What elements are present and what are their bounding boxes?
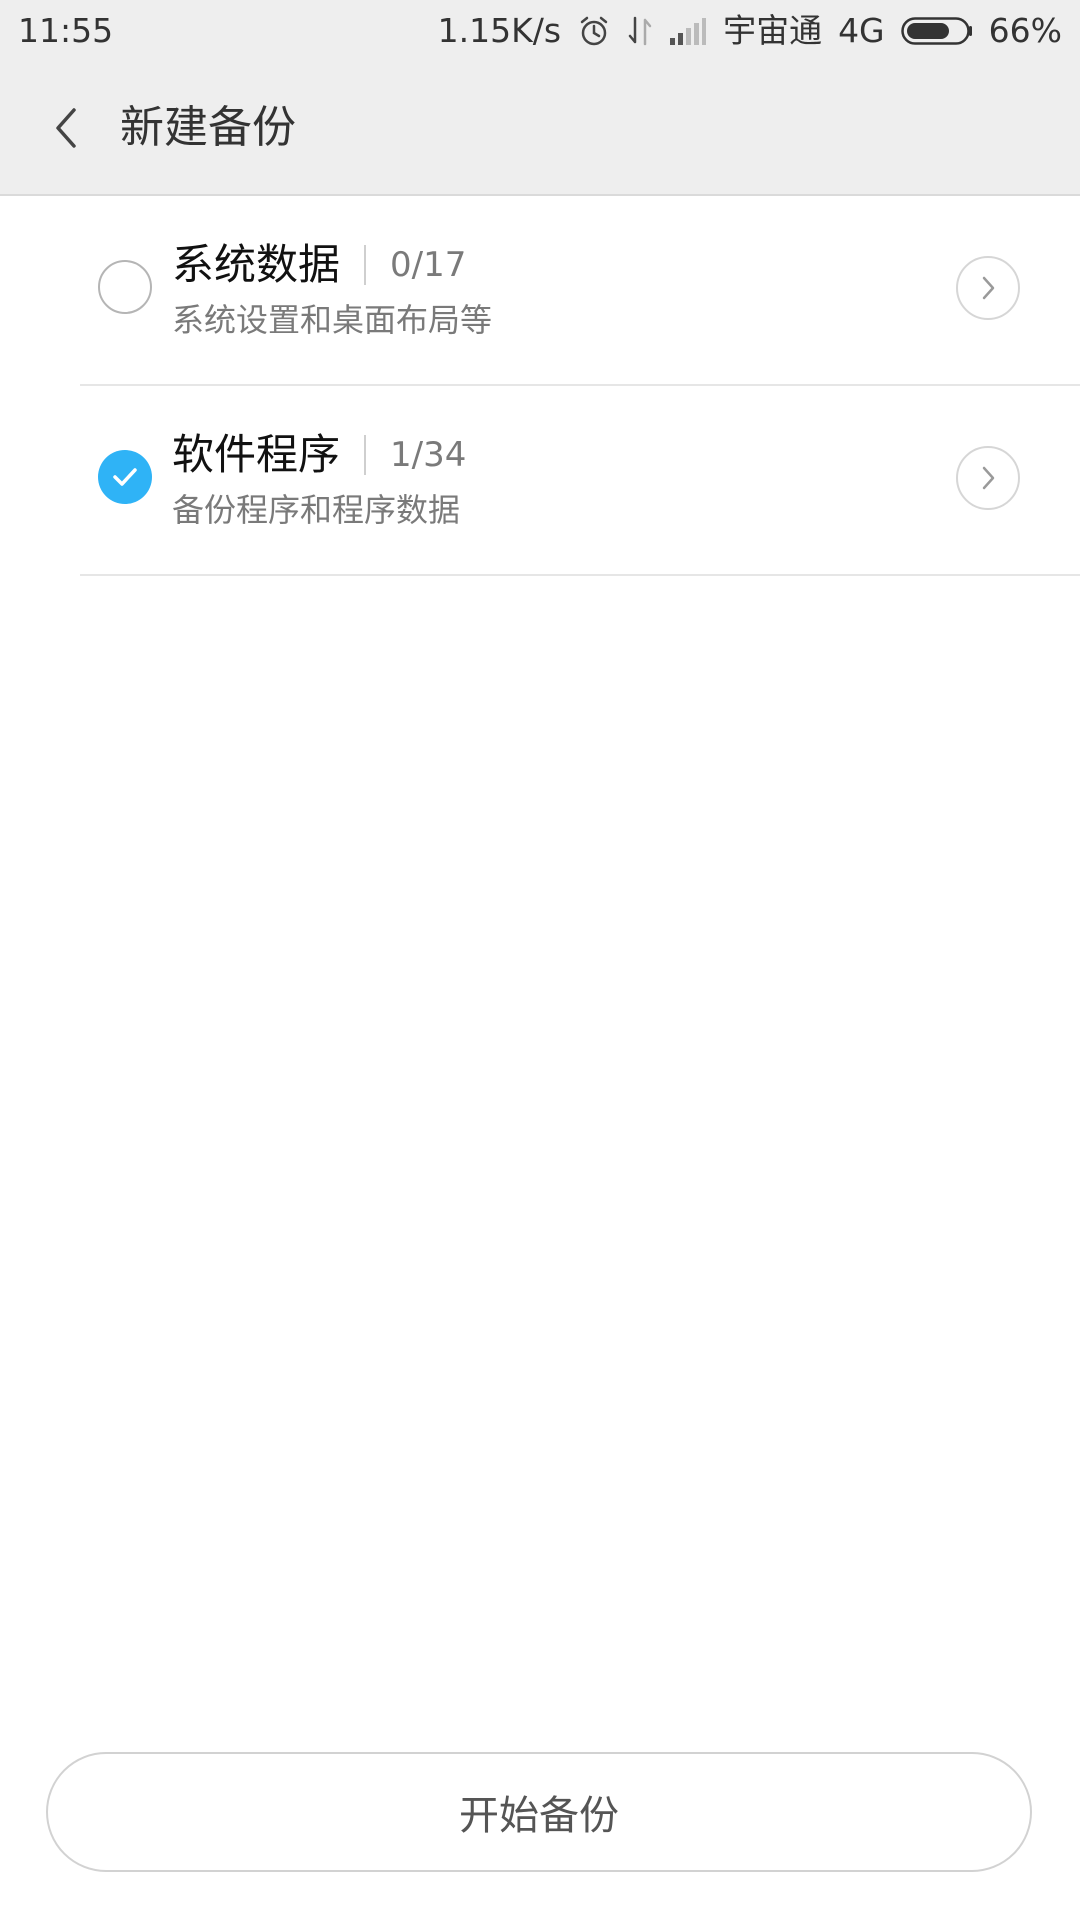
check-icon [113, 468, 137, 486]
battery-percent: 66% [988, 11, 1062, 50]
network-type: 4G [838, 11, 885, 50]
item-subtitle: 系统设置和桌面布局等 [172, 301, 493, 339]
chevron-right-icon [982, 466, 995, 490]
alarm-icon [580, 16, 608, 46]
list-item-apps[interactable]: 软件程序 1/34 备份程序和程序数据 [80, 386, 1080, 576]
chevron-right-icon [982, 276, 995, 300]
page-title: 新建备份 [120, 102, 296, 153]
item-title: 系统数据 [172, 240, 341, 289]
title-bar: 新建备份 [0, 62, 1080, 196]
detail-arrow-button[interactable] [956, 446, 1020, 510]
status-right: 1.15K/s 宇宙通 4G 66% [438, 10, 1062, 52]
checkbox-checked[interactable] [98, 450, 152, 504]
backup-category-list: 系统数据 0/17 系统设置和桌面布局等 软件程序 1/34 备份程序和程序数据 [0, 196, 1080, 576]
back-button[interactable] [30, 92, 102, 164]
start-backup-button[interactable]: 开始备份 [46, 1752, 1032, 1872]
item-divider [364, 245, 367, 285]
item-title-row: 软件程序 1/34 [172, 428, 466, 482]
item-divider [364, 435, 367, 475]
carrier-name: 宇宙通 [723, 11, 823, 50]
data-transfer-icon [628, 16, 652, 46]
status-time: 11:55 [18, 11, 114, 50]
item-subtitle: 备份程序和程序数据 [172, 491, 461, 529]
item-title-row: 系统数据 0/17 [172, 238, 492, 292]
chevron-left-icon [56, 108, 76, 148]
screen: 11:55 1.15K/s 宇宙通 4G 66% 新建备份 系统数据 0/17 … [0, 0, 1080, 1920]
item-count: 0/17 [390, 245, 467, 285]
item-text: 软件程序 1/34 备份程序和程序数据 [172, 428, 466, 532]
item-text: 系统数据 0/17 系统设置和桌面布局等 [172, 238, 492, 342]
item-title: 软件程序 [172, 430, 341, 479]
network-speed: 1.15K/s [437, 11, 562, 50]
item-count: 1/34 [390, 435, 467, 475]
list-item-system-data[interactable]: 系统数据 0/17 系统设置和桌面布局等 [80, 196, 1080, 386]
battery-icon [900, 17, 972, 45]
signal-icon [670, 18, 707, 45]
status-bar: 11:55 1.15K/s 宇宙通 4G 66% [0, 0, 1080, 62]
detail-arrow-button[interactable] [956, 256, 1020, 320]
checkbox-unchecked[interactable] [98, 260, 152, 314]
